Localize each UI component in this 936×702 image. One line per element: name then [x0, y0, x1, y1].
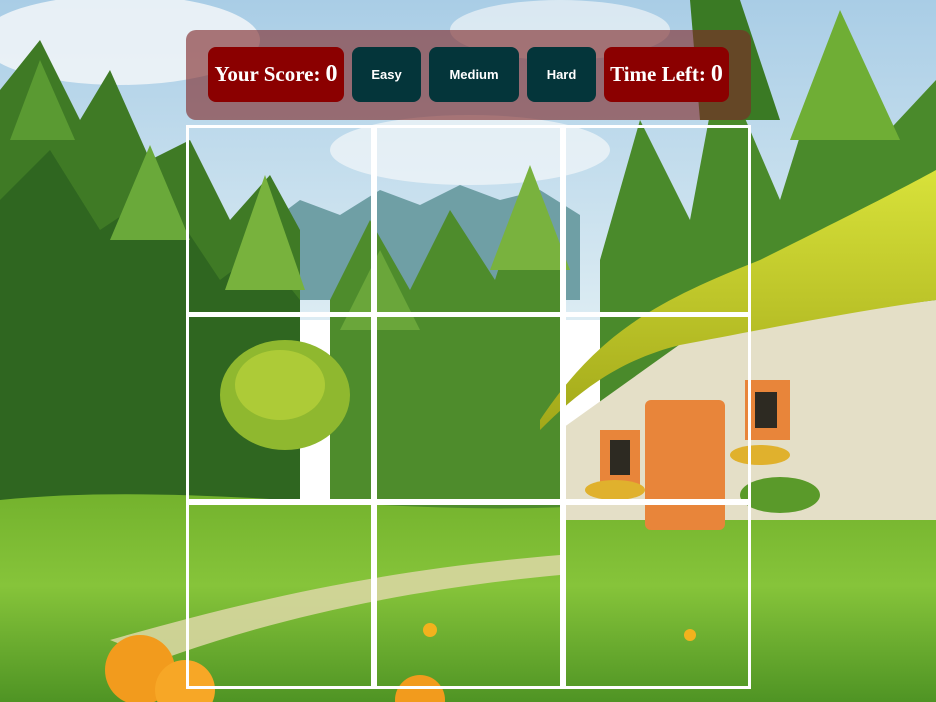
hard-button[interactable]: Hard — [527, 47, 596, 102]
puzzle-board — [186, 125, 751, 689]
puzzle-tile[interactable] — [378, 128, 560, 311]
puzzle-tile[interactable] — [378, 317, 560, 500]
time-left-display: Time Left: 0 — [604, 47, 729, 102]
time-left-label: Time Left: — [610, 62, 706, 86]
puzzle-tile[interactable] — [378, 506, 560, 686]
puzzle-tile[interactable] — [567, 128, 748, 311]
medium-button[interactable]: Medium — [429, 47, 519, 102]
puzzle-tile[interactable] — [189, 128, 371, 311]
time-left-value: 0 — [710, 61, 723, 87]
score-label: Your Score: — [214, 62, 321, 86]
grid-divider-vertical — [371, 128, 377, 686]
puzzle-tile[interactable] — [189, 506, 371, 686]
puzzle-tile[interactable] — [567, 506, 748, 686]
score-display: Your Score: 0 — [208, 47, 344, 102]
puzzle-tile[interactable] — [189, 317, 371, 500]
easy-button[interactable]: Easy — [352, 47, 421, 102]
score-value: 0 — [325, 61, 338, 87]
puzzle-tile[interactable] — [567, 317, 748, 500]
grid-divider-horizontal — [189, 499, 748, 505]
grid-divider-horizontal — [189, 312, 748, 317]
grid-divider-vertical — [560, 128, 566, 686]
control-bar: Your Score: 0 Easy Medium Hard Time Left… — [186, 30, 751, 120]
